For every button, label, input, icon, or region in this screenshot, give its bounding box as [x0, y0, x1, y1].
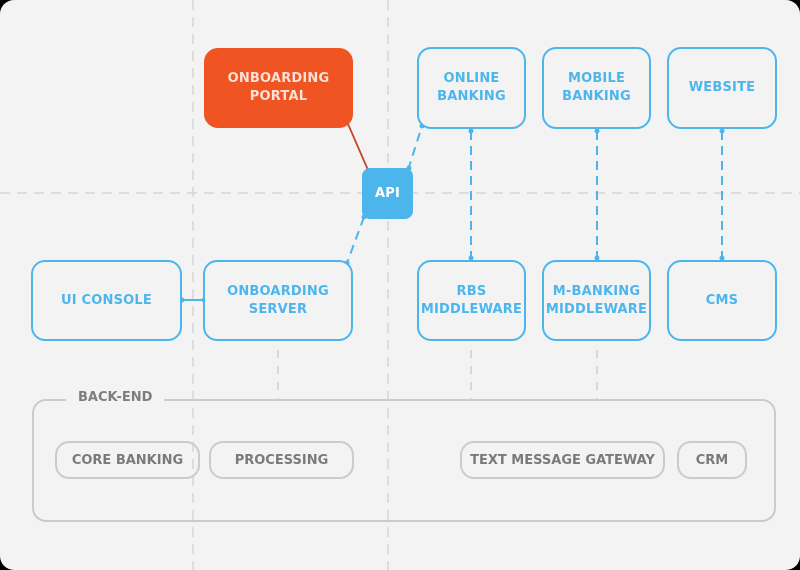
- node-label: M-BANKING MIDDLEWARE: [545, 283, 648, 317]
- backend-item-crm[interactable]: CRM: [677, 441, 747, 479]
- node-label: MOBILE BANKING: [562, 71, 631, 104]
- backend-item-label: TEXT MESSAGE GATEWAY: [470, 452, 655, 468]
- node-online-banking[interactable]: ONLINE BANKING: [417, 47, 526, 129]
- backend-item-core-banking[interactable]: CORE BANKING: [55, 441, 200, 479]
- node-label: ONBOARDING SERVER: [227, 283, 329, 317]
- backend-item-label: PROCESSING: [234, 452, 329, 468]
- connector-end-dot: [719, 128, 725, 134]
- backend-title: BACK-END: [66, 389, 165, 407]
- node-mobile-banking[interactable]: MOBILE BANKING: [542, 47, 651, 129]
- connector-portal-api: [347, 123, 369, 171]
- node-label: CMS: [705, 292, 739, 308]
- node-api[interactable]: API: [362, 168, 413, 219]
- backend-item-label: CORE BANKING: [71, 452, 184, 468]
- node-label: RBS MIDDLEWARE: [420, 283, 523, 317]
- backend-item-text-message-gateway[interactable]: TEXT MESSAGE GATEWAY: [460, 441, 665, 479]
- node-onboarding-server[interactable]: ONBOARDING SERVER: [203, 260, 353, 341]
- architecture-diagram: ONBOARDING PORTAL ONLINE BANKING MOBILE …: [0, 0, 800, 570]
- connector-end-dot: [468, 128, 474, 134]
- backend-item-label: CRM: [695, 452, 729, 468]
- node-label: ONBOARDING PORTAL: [227, 71, 330, 104]
- node-ui-console[interactable]: UI CONSOLE: [31, 260, 182, 341]
- connector-api-server: [346, 216, 365, 264]
- node-label: ONLINE BANKING: [437, 71, 506, 104]
- node-label: WEBSITE: [688, 80, 756, 95]
- node-onboarding-portal[interactable]: ONBOARDING PORTAL: [204, 48, 353, 128]
- node-label: UI CONSOLE: [61, 292, 152, 308]
- node-rbs-middleware[interactable]: RBS MIDDLEWARE: [417, 260, 526, 341]
- node-m-banking-middleware[interactable]: M-BANKING MIDDLEWARE: [542, 260, 651, 341]
- connector-end-dot: [594, 128, 600, 134]
- node-website[interactable]: WEBSITE: [667, 47, 777, 129]
- backend-item-processing[interactable]: PROCESSING: [209, 441, 354, 479]
- node-label: API: [374, 185, 401, 201]
- node-cms[interactable]: CMS: [667, 260, 777, 341]
- connector-api-online-banking: [407, 125, 423, 171]
